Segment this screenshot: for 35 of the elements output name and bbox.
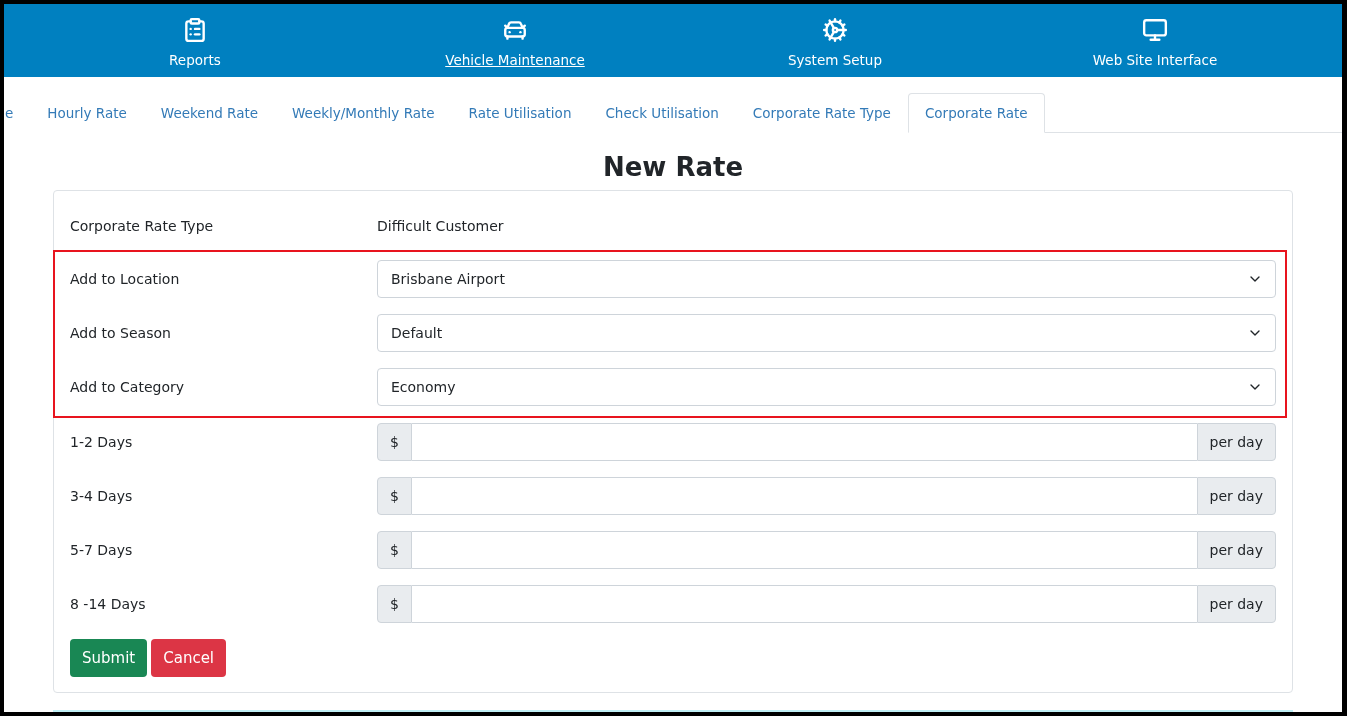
unit-addon: per day <box>1196 477 1276 515</box>
nav-link[interactable]: Web Site Interface <box>995 4 1315 77</box>
dropdown-select[interactable]: Default <box>377 314 1276 352</box>
page-heading: New Rate <box>601 151 745 184</box>
dropdown-select[interactable]: Economy <box>377 368 1276 406</box>
cancel-button[interactable]: Cancel <box>151 639 227 677</box>
amount-input[interactable] <box>411 423 1197 461</box>
currency-addon: $ <box>377 423 412 461</box>
currency-addon: $ <box>377 531 412 569</box>
amount-input[interactable] <box>411 585 1197 623</box>
unit-addon: per day <box>1196 423 1276 461</box>
field-label: Add to Category <box>70 379 185 395</box>
nav-link[interactable]: System Setup <box>675 4 995 77</box>
amount-input[interactable] <box>411 531 1197 569</box>
monitor-icon <box>1142 17 1168 43</box>
unit-addon: per day <box>1196 531 1276 569</box>
currency-addon: $ <box>377 477 412 515</box>
dropdown-select[interactable]: Brisbane Airport <box>377 260 1276 298</box>
field-label: 3-4 Days <box>70 488 134 504</box>
settings-icon <box>822 17 848 43</box>
nav-link[interactable]: Vehicle Maintenance <box>355 4 675 77</box>
tab[interactable]: Corporate Rate <box>907 93 1045 133</box>
field-value: Difficult Customer <box>377 218 504 234</box>
nav-link[interactable]: Reports <box>35 4 355 77</box>
unit-addon: per day <box>1196 585 1276 623</box>
field-label: 1-2 Days <box>70 434 134 450</box>
clipboard-list-icon <box>182 17 208 43</box>
field-label: Add to Location <box>70 271 181 287</box>
field-label: 5-7 Days <box>70 542 134 558</box>
amount-input[interactable] <box>411 477 1197 515</box>
currency-addon: $ <box>377 585 412 623</box>
submit-button[interactable]: Submit <box>70 639 148 677</box>
field-label: 8 -14 Days <box>70 596 147 612</box>
field-label: Corporate Rate Type <box>70 218 215 234</box>
field-label: Add to Season <box>70 325 172 341</box>
